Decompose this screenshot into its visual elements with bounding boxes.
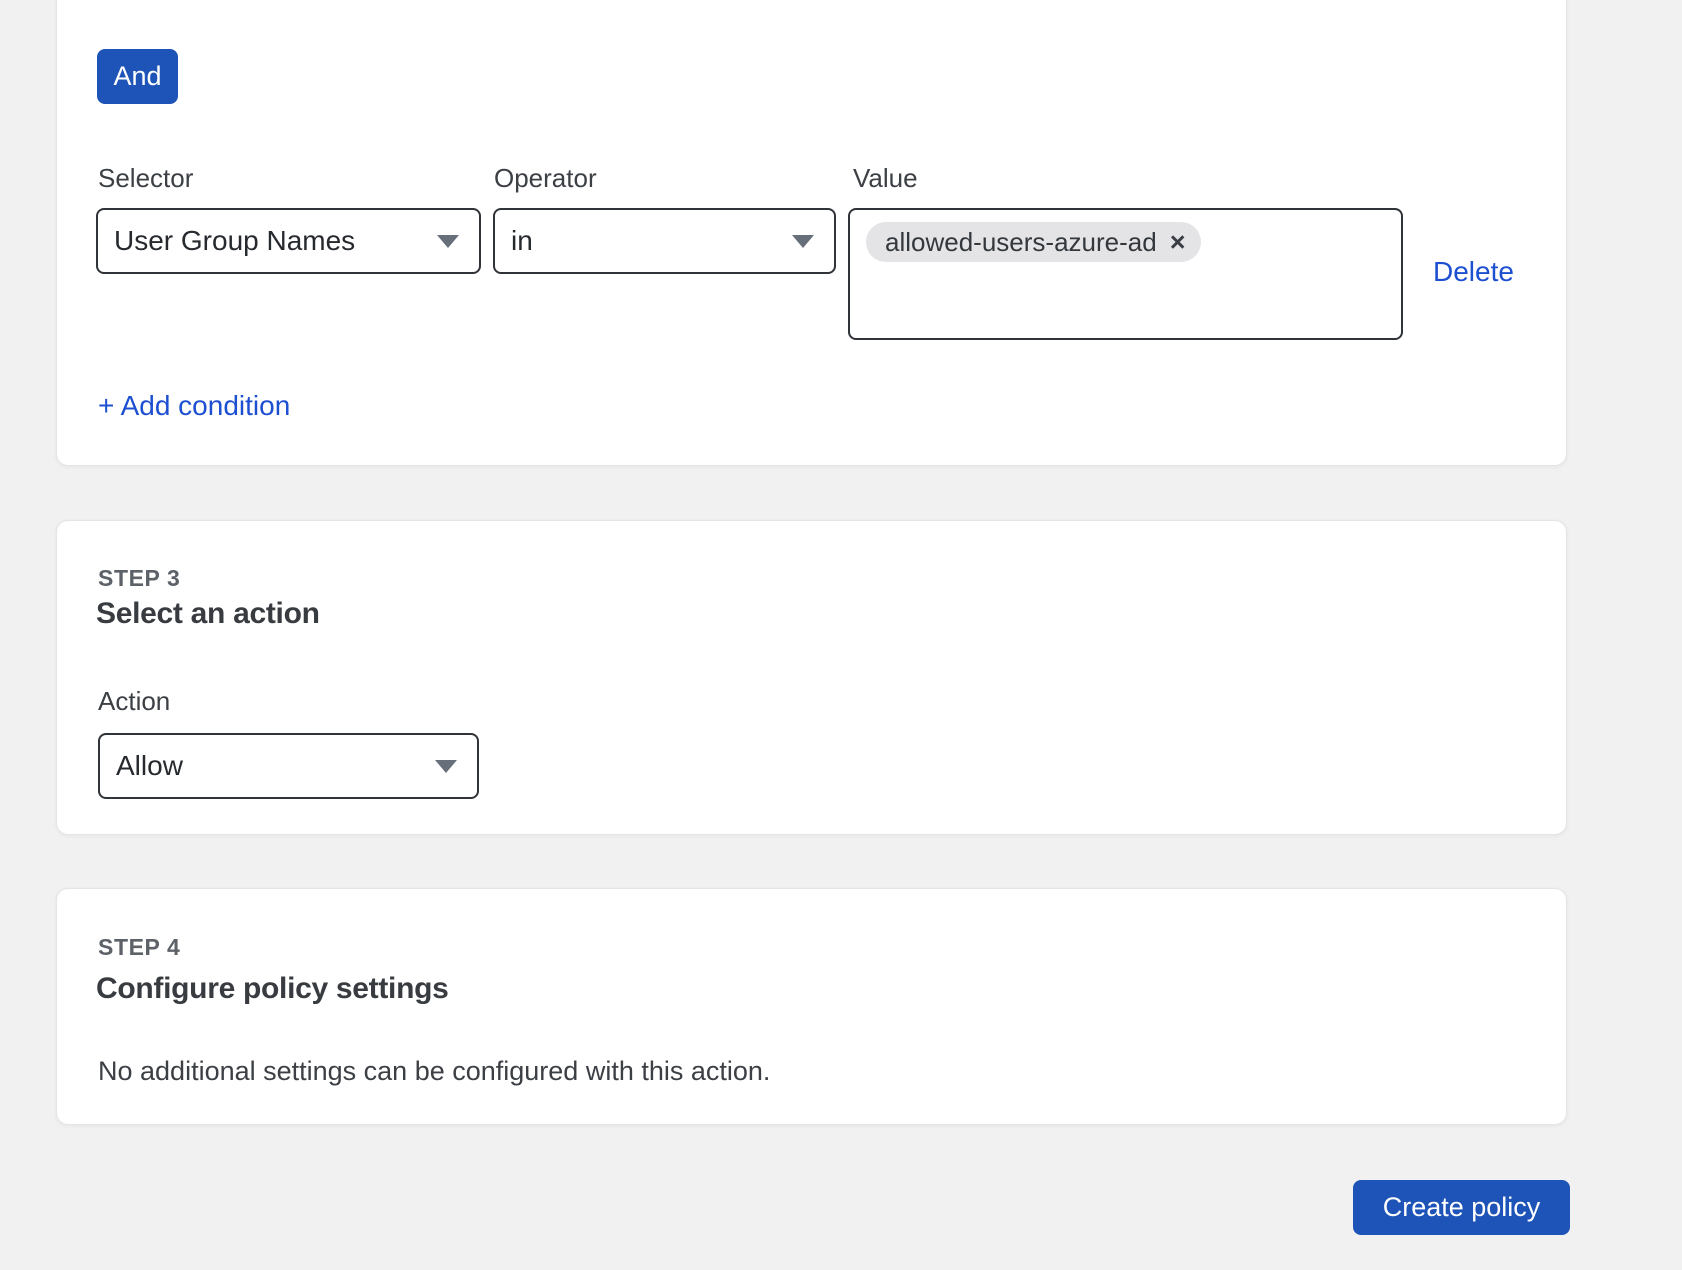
step4-title: Configure policy settings (96, 970, 449, 1008)
value-input[interactable]: allowed-users-azure-ad × (848, 208, 1403, 340)
operator-dropdown-value: in (511, 225, 780, 257)
settings-message: No additional settings can be configured… (98, 1055, 770, 1087)
value-tag: allowed-users-azure-ad × (866, 222, 1201, 262)
and-logic-button[interactable]: And (97, 49, 178, 104)
operator-dropdown[interactable]: in (493, 208, 836, 274)
step4-card: STEP 4 Configure policy settings No addi… (56, 888, 1567, 1125)
action-dropdown[interactable]: Allow (98, 733, 479, 799)
step3-card: STEP 3 Select an action Action Allow (56, 520, 1567, 835)
selector-label: Selector (98, 163, 193, 193)
create-policy-button[interactable]: Create policy (1353, 1180, 1570, 1235)
value-label: Value (853, 163, 918, 193)
step3-label: STEP 3 (98, 565, 180, 591)
selector-dropdown[interactable]: User Group Names (96, 208, 481, 274)
conditions-card: And Selector Operator Value User Group N… (56, 0, 1567, 466)
policy-builder-page: And Selector Operator Value User Group N… (0, 0, 1682, 1270)
selector-dropdown-value: User Group Names (114, 225, 425, 257)
step4-label: STEP 4 (98, 934, 180, 960)
step3-title: Select an action (96, 595, 320, 633)
delete-condition-link[interactable]: Delete (1433, 257, 1514, 287)
add-condition-link[interactable]: + Add condition (98, 391, 290, 421)
chevron-down-icon (792, 235, 814, 248)
operator-label: Operator (494, 163, 597, 193)
value-tag-text: allowed-users-azure-ad (885, 222, 1157, 262)
chevron-down-icon (435, 760, 457, 773)
chevron-down-icon (437, 235, 459, 248)
action-label: Action (98, 686, 170, 716)
action-dropdown-value: Allow (116, 750, 423, 782)
remove-tag-icon[interactable]: × (1170, 222, 1186, 262)
